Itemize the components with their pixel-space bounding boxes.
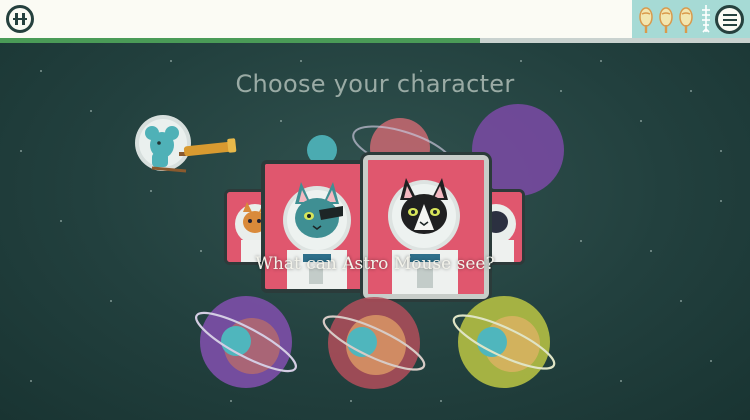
answer-green-planet[interactable] (448, 296, 560, 388)
game-stage: Choose your character What can Astro Mou… (0, 0, 750, 420)
answer-red-planet[interactable] (318, 297, 430, 389)
answer-layer (190, 296, 560, 389)
answer-purple-planet[interactable] (190, 296, 302, 388)
